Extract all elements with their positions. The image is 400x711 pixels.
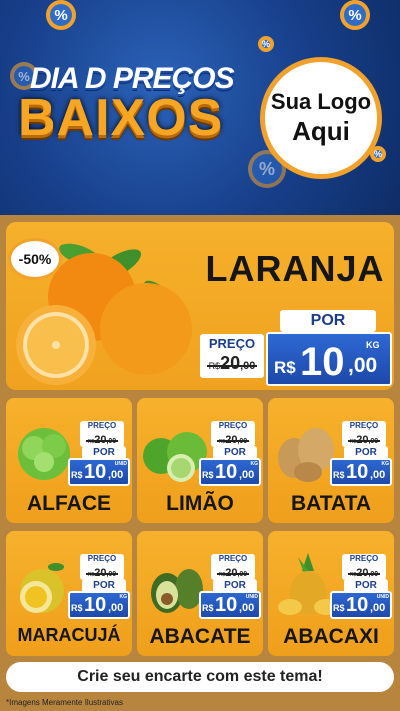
featured-old-price: PREÇO R$20,00 xyxy=(200,334,264,378)
featured-por-label: POR xyxy=(280,310,376,332)
disclaimer-text: *Imagens Meramente Ilustrativas xyxy=(6,698,123,707)
new-price: R$ 10,00 KG xyxy=(199,458,261,486)
product-name: BATATA xyxy=(290,492,372,515)
discount-badge: -50% xyxy=(8,238,62,280)
old-price: PREÇO R$20,00 xyxy=(80,554,124,580)
featured-product-name: LARANJA xyxy=(205,248,385,289)
logo-text-line1: Sua Logo xyxy=(270,89,372,115)
old-price: PREÇO R$20,00 xyxy=(342,421,386,447)
percent-icon: % xyxy=(46,0,76,30)
header-banner: % % % % % % DIA D PREÇOS BAIXOS Sua Logo… xyxy=(0,0,400,215)
logo-text-line2: Aqui xyxy=(292,115,350,146)
old-price: PREÇO R$20,00 xyxy=(342,554,386,580)
logo-placeholder: Sua Logo Aqui xyxy=(260,57,382,179)
featured-new-price: R$ 10 ,00 KG xyxy=(266,332,392,386)
product-name: MARACUJÁ xyxy=(17,625,121,645)
product-card: PREÇO R$20,00 POR R$ 10,00 UNID ALFACE xyxy=(6,398,132,523)
old-price: PREÇO R$20,00 xyxy=(80,421,124,447)
old-price: PREÇO R$20,00 xyxy=(211,554,255,580)
percent-icon: % xyxy=(258,36,274,52)
new-price: R$ 10,00 KG xyxy=(68,591,130,619)
product-card: PREÇO R$20,00 POR R$ 10,00 UNID ABACAXI xyxy=(268,531,394,656)
headline: DIA D PREÇOS BAIXOS xyxy=(10,58,245,158)
product-name: ALFACE xyxy=(27,492,111,515)
product-name: ABACAXI xyxy=(283,625,379,648)
new-price: R$ 10,00 UNID xyxy=(199,591,261,619)
new-price: R$ 10,00 UNID xyxy=(68,458,130,486)
new-price: R$ 10,00 KG xyxy=(330,458,392,486)
cta-banner: Crie seu encarte com este tema! xyxy=(6,662,394,692)
product-card: PREÇO R$20,00 POR R$ 10,00 KG BATATA xyxy=(268,398,394,523)
old-price: PREÇO R$20,00 xyxy=(211,421,255,447)
product-card: PREÇO R$20,00 POR R$ 10,00 KG MARACUJÁ xyxy=(6,531,132,656)
percent-icon: % xyxy=(340,0,370,30)
product-name: LIMÃO xyxy=(166,492,234,515)
headline-line2: BAIXOS xyxy=(18,89,224,147)
product-card: PREÇO R$20,00 POR R$ 10,00 KG LIMÃO xyxy=(137,398,263,523)
new-price: R$ 10,00 UNID xyxy=(330,591,392,619)
product-name: ABACATE xyxy=(149,625,251,648)
product-card: PREÇO R$20,00 POR R$ 10,00 UNID ABACATE xyxy=(137,531,263,656)
